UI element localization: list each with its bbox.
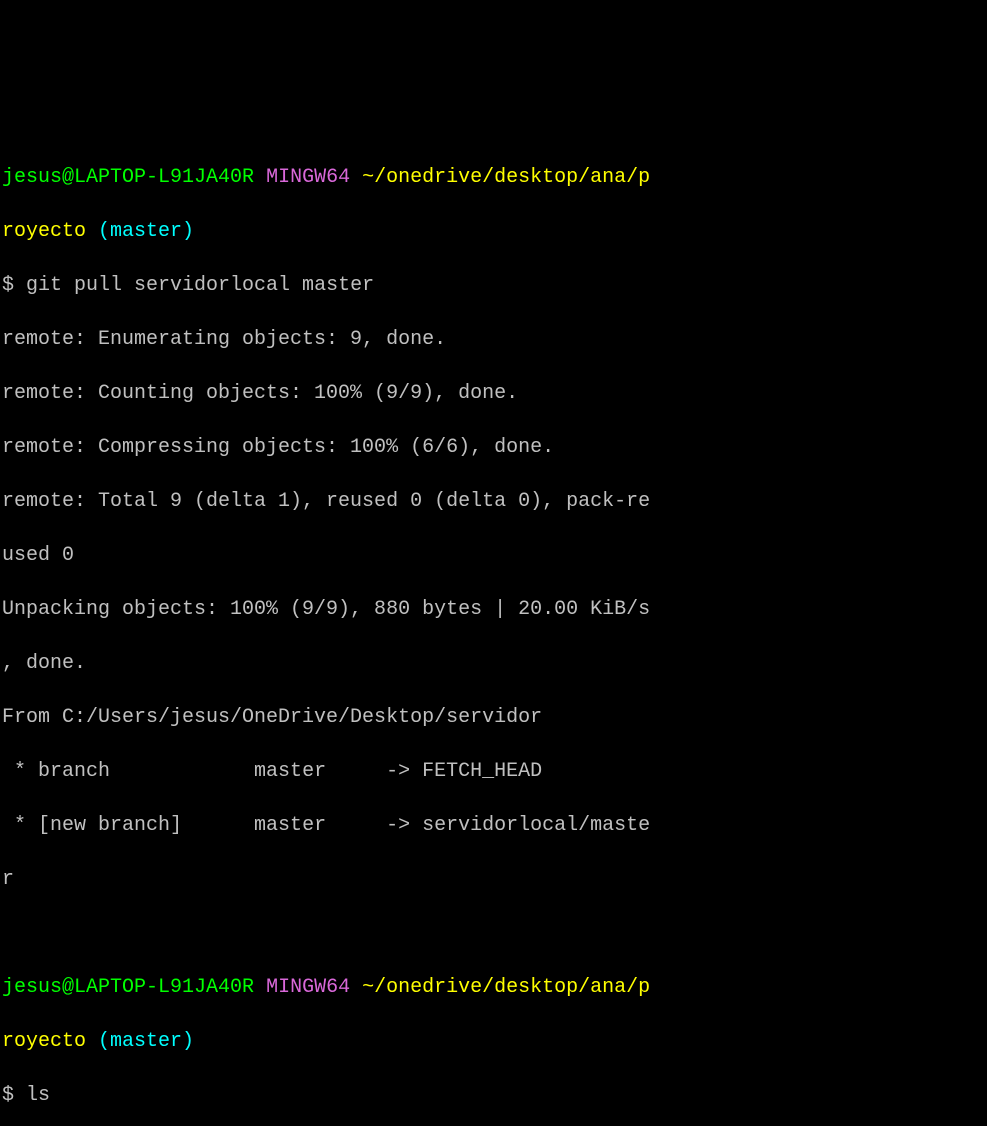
output-line: r <box>2 866 985 893</box>
shell-env: MINGW64 <box>266 976 350 999</box>
output-line: remote: Compressing objects: 100% (6/6),… <box>2 434 985 461</box>
output-line: , done. <box>2 650 985 677</box>
prompt-symbol: $ <box>2 274 26 297</box>
prompt-line-2-wrap[interactable]: royecto (master) <box>2 1028 985 1055</box>
output-line: From C:/Users/jesus/OneDrive/Desktop/ser… <box>2 704 985 731</box>
cwd-path-part2: royecto <box>2 1030 86 1053</box>
blank-line <box>2 110 985 137</box>
prompt-line-2[interactable]: jesus@LAPTOP-L91JA40R MINGW64 ~/onedrive… <box>2 974 985 1001</box>
output-line: Unpacking objects: 100% (9/9), 880 bytes… <box>2 596 985 623</box>
output-line: * branch master -> FETCH_HEAD <box>2 758 985 785</box>
prompt-line-1[interactable]: jesus@LAPTOP-L91JA40R MINGW64 ~/onedrive… <box>2 164 985 191</box>
prompt-line-1-wrap[interactable]: royecto (master) <box>2 218 985 245</box>
cwd-path-part1: ~/onedrive/desktop/ana/p <box>362 976 650 999</box>
command-text: git pull servidorlocal master <box>26 274 374 297</box>
command-line-1[interactable]: $ git pull servidorlocal master <box>2 272 985 299</box>
prompt-symbol: $ <box>2 1084 26 1107</box>
git-branch: (master) <box>98 220 194 243</box>
cwd-path-part2: royecto <box>2 220 86 243</box>
git-branch: (master) <box>98 1030 194 1053</box>
output-line: remote: Counting objects: 100% (9/9), do… <box>2 380 985 407</box>
command-line-2[interactable]: $ ls <box>2 1082 985 1109</box>
shell-env: MINGW64 <box>266 166 350 189</box>
output-line: * [new branch] master -> servidorlocal/m… <box>2 812 985 839</box>
user-host: jesus@LAPTOP-L91JA40R <box>2 976 254 999</box>
output-line: remote: Total 9 (delta 1), reused 0 (del… <box>2 488 985 515</box>
output-line: used 0 <box>2 542 985 569</box>
blank-line <box>2 920 985 947</box>
user-host: jesus@LAPTOP-L91JA40R <box>2 166 254 189</box>
output-line: remote: Enumerating objects: 9, done. <box>2 326 985 353</box>
command-text: ls <box>26 1084 50 1107</box>
cwd-path-part1: ~/onedrive/desktop/ana/p <box>362 166 650 189</box>
